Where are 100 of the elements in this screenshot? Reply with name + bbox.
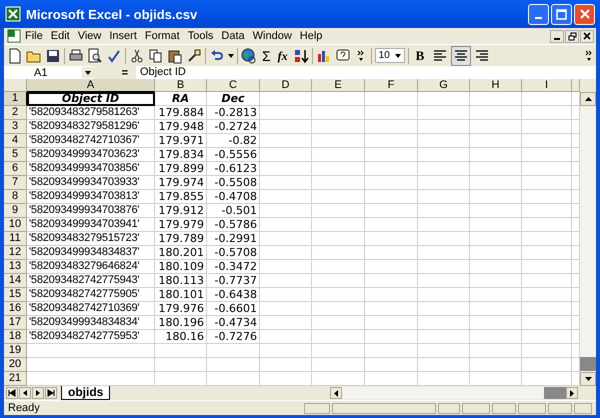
table-cell <box>260 330 312 344</box>
row-header[interactable]: 16 <box>4 302 27 316</box>
row-header[interactable]: 15 <box>4 288 27 302</box>
table-cell <box>470 204 522 218</box>
row-header[interactable]: 8 <box>4 190 27 204</box>
column-header[interactable]: A <box>27 79 155 92</box>
caret-icon[interactable] <box>228 54 234 58</box>
vertical-scrollbar[interactable] <box>580 92 596 386</box>
table-cell: -0.6601 <box>207 302 260 316</box>
menu-item[interactable]: Help <box>296 30 326 42</box>
first-sheet-icon[interactable] <box>6 387 18 399</box>
table-cell <box>260 246 312 260</box>
menu-item[interactable]: File <box>21 30 47 42</box>
copy-icon[interactable] <box>148 48 164 64</box>
scroll-down-button[interactable] <box>580 372 596 386</box>
sort-icon[interactable] <box>292 48 309 64</box>
row-header[interactable]: 4 <box>4 134 27 148</box>
row-header[interactable]: 17 <box>4 316 27 330</box>
row-header[interactable]: 21 <box>4 372 27 386</box>
save-icon[interactable] <box>45 48 61 64</box>
table-cell: 179.899 <box>155 162 207 176</box>
row-header[interactable]: 14 <box>4 274 27 288</box>
paintbrush-icon[interactable] <box>186 48 202 64</box>
dropdown-button[interactable] <box>82 67 94 78</box>
menu-item[interactable]: Tools <box>184 30 218 42</box>
bold-button[interactable]: B <box>412 48 428 64</box>
align-center-icon[interactable] <box>452 46 470 64</box>
status-panel <box>304 402 330 414</box>
row-header[interactable]: 12 <box>4 246 27 260</box>
row-header[interactable]: 13 <box>4 260 27 274</box>
table-cell: '582093499934703933' <box>27 176 155 190</box>
column-header[interactable]: E <box>312 79 365 92</box>
menu-item[interactable]: View <box>74 30 106 42</box>
help-icon[interactable] <box>334 48 351 64</box>
table-cell <box>365 176 418 190</box>
menu-item[interactable]: Format <box>140 30 184 42</box>
restore-workbook-button[interactable] <box>565 30 579 42</box>
scroll-thumb[interactable] <box>580 357 596 371</box>
minimize-button[interactable] <box>528 4 549 24</box>
menu-item[interactable]: Insert <box>105 30 141 42</box>
row-header[interactable]: 10 <box>4 218 27 232</box>
column-header[interactable]: D <box>260 79 312 92</box>
row-header[interactable]: 18 <box>4 330 27 344</box>
maximize-button[interactable] <box>551 4 572 24</box>
column-header[interactable]: C <box>207 79 260 92</box>
sheet-tab[interactable]: objids <box>61 386 110 400</box>
previous-sheet-icon[interactable] <box>19 387 31 399</box>
close-workbook-button[interactable] <box>580 30 594 42</box>
print-preview-icon[interactable] <box>87 48 103 64</box>
column-header[interactable]: B <box>155 79 207 92</box>
scroll-up-button[interactable] <box>580 92 596 106</box>
row-header[interactable]: 20 <box>4 358 27 372</box>
row-header[interactable]: 5 <box>4 148 27 162</box>
menu-item[interactable]: Window <box>248 30 296 42</box>
table-cell <box>418 162 470 176</box>
status-panel <box>548 402 572 414</box>
row-header[interactable]: 3 <box>4 120 27 134</box>
font-size-field[interactable]: 10 <box>374 48 405 63</box>
row-header[interactable]: 7 <box>4 176 27 190</box>
scroll-thumb[interactable] <box>544 387 566 399</box>
row-header[interactable]: 2 <box>4 106 27 120</box>
column-header[interactable]: H <box>470 79 522 92</box>
autosum-button[interactable]: Σ <box>260 48 273 64</box>
horizontal-scrollbar[interactable] <box>330 387 578 399</box>
last-sheet-icon[interactable] <box>45 387 57 399</box>
column-header[interactable]: F <box>365 79 418 92</box>
name-box[interactable]: A1 <box>4 66 94 79</box>
row-header[interactable]: 6 <box>4 162 27 176</box>
printer-icon[interactable] <box>68 48 84 64</box>
row-header[interactable]: 19 <box>4 344 27 358</box>
column-header[interactable]: I <box>522 79 572 92</box>
table-cell: '582093499934834837' <box>27 246 155 260</box>
table-cell <box>312 358 365 372</box>
table-cell: '582093482742710369' <box>27 302 155 316</box>
table-cell: 179.948 <box>155 120 207 134</box>
row-header[interactable]: 1 <box>4 92 27 106</box>
formula-field[interactable]: Object ID <box>136 66 596 79</box>
row-header[interactable]: 11 <box>4 232 27 246</box>
insert-function-button[interactable]: fx <box>276 48 290 64</box>
table-cell: 180.201 <box>155 246 207 260</box>
table-cell: '582093483279581296' <box>27 120 155 134</box>
table-cell: 180.16 <box>155 330 207 344</box>
new-document-icon[interactable] <box>7 48 23 64</box>
menu-item[interactable]: Edit <box>46 30 74 42</box>
globe-icon[interactable] <box>241 48 257 64</box>
close-button[interactable] <box>574 4 595 24</box>
scroll-left-button[interactable] <box>330 387 342 399</box>
table-cell <box>522 232 572 246</box>
chevron-icon[interactable] <box>585 50 593 62</box>
scissors-icon[interactable] <box>129 48 145 64</box>
paste-icon[interactable] <box>167 48 183 64</box>
chevron-icon[interactable] <box>356 50 365 62</box>
workbook-icon[interactable] <box>7 29 21 43</box>
scroll-right-button[interactable] <box>566 387 578 399</box>
column-header[interactable]: G <box>418 79 470 92</box>
menu-item[interactable]: Data <box>217 30 249 42</box>
next-sheet-icon[interactable] <box>32 387 44 399</box>
minimize-workbook-button[interactable] <box>550 30 564 42</box>
spelling-icon[interactable] <box>106 48 122 64</box>
row-header[interactable]: 9 <box>4 204 27 218</box>
